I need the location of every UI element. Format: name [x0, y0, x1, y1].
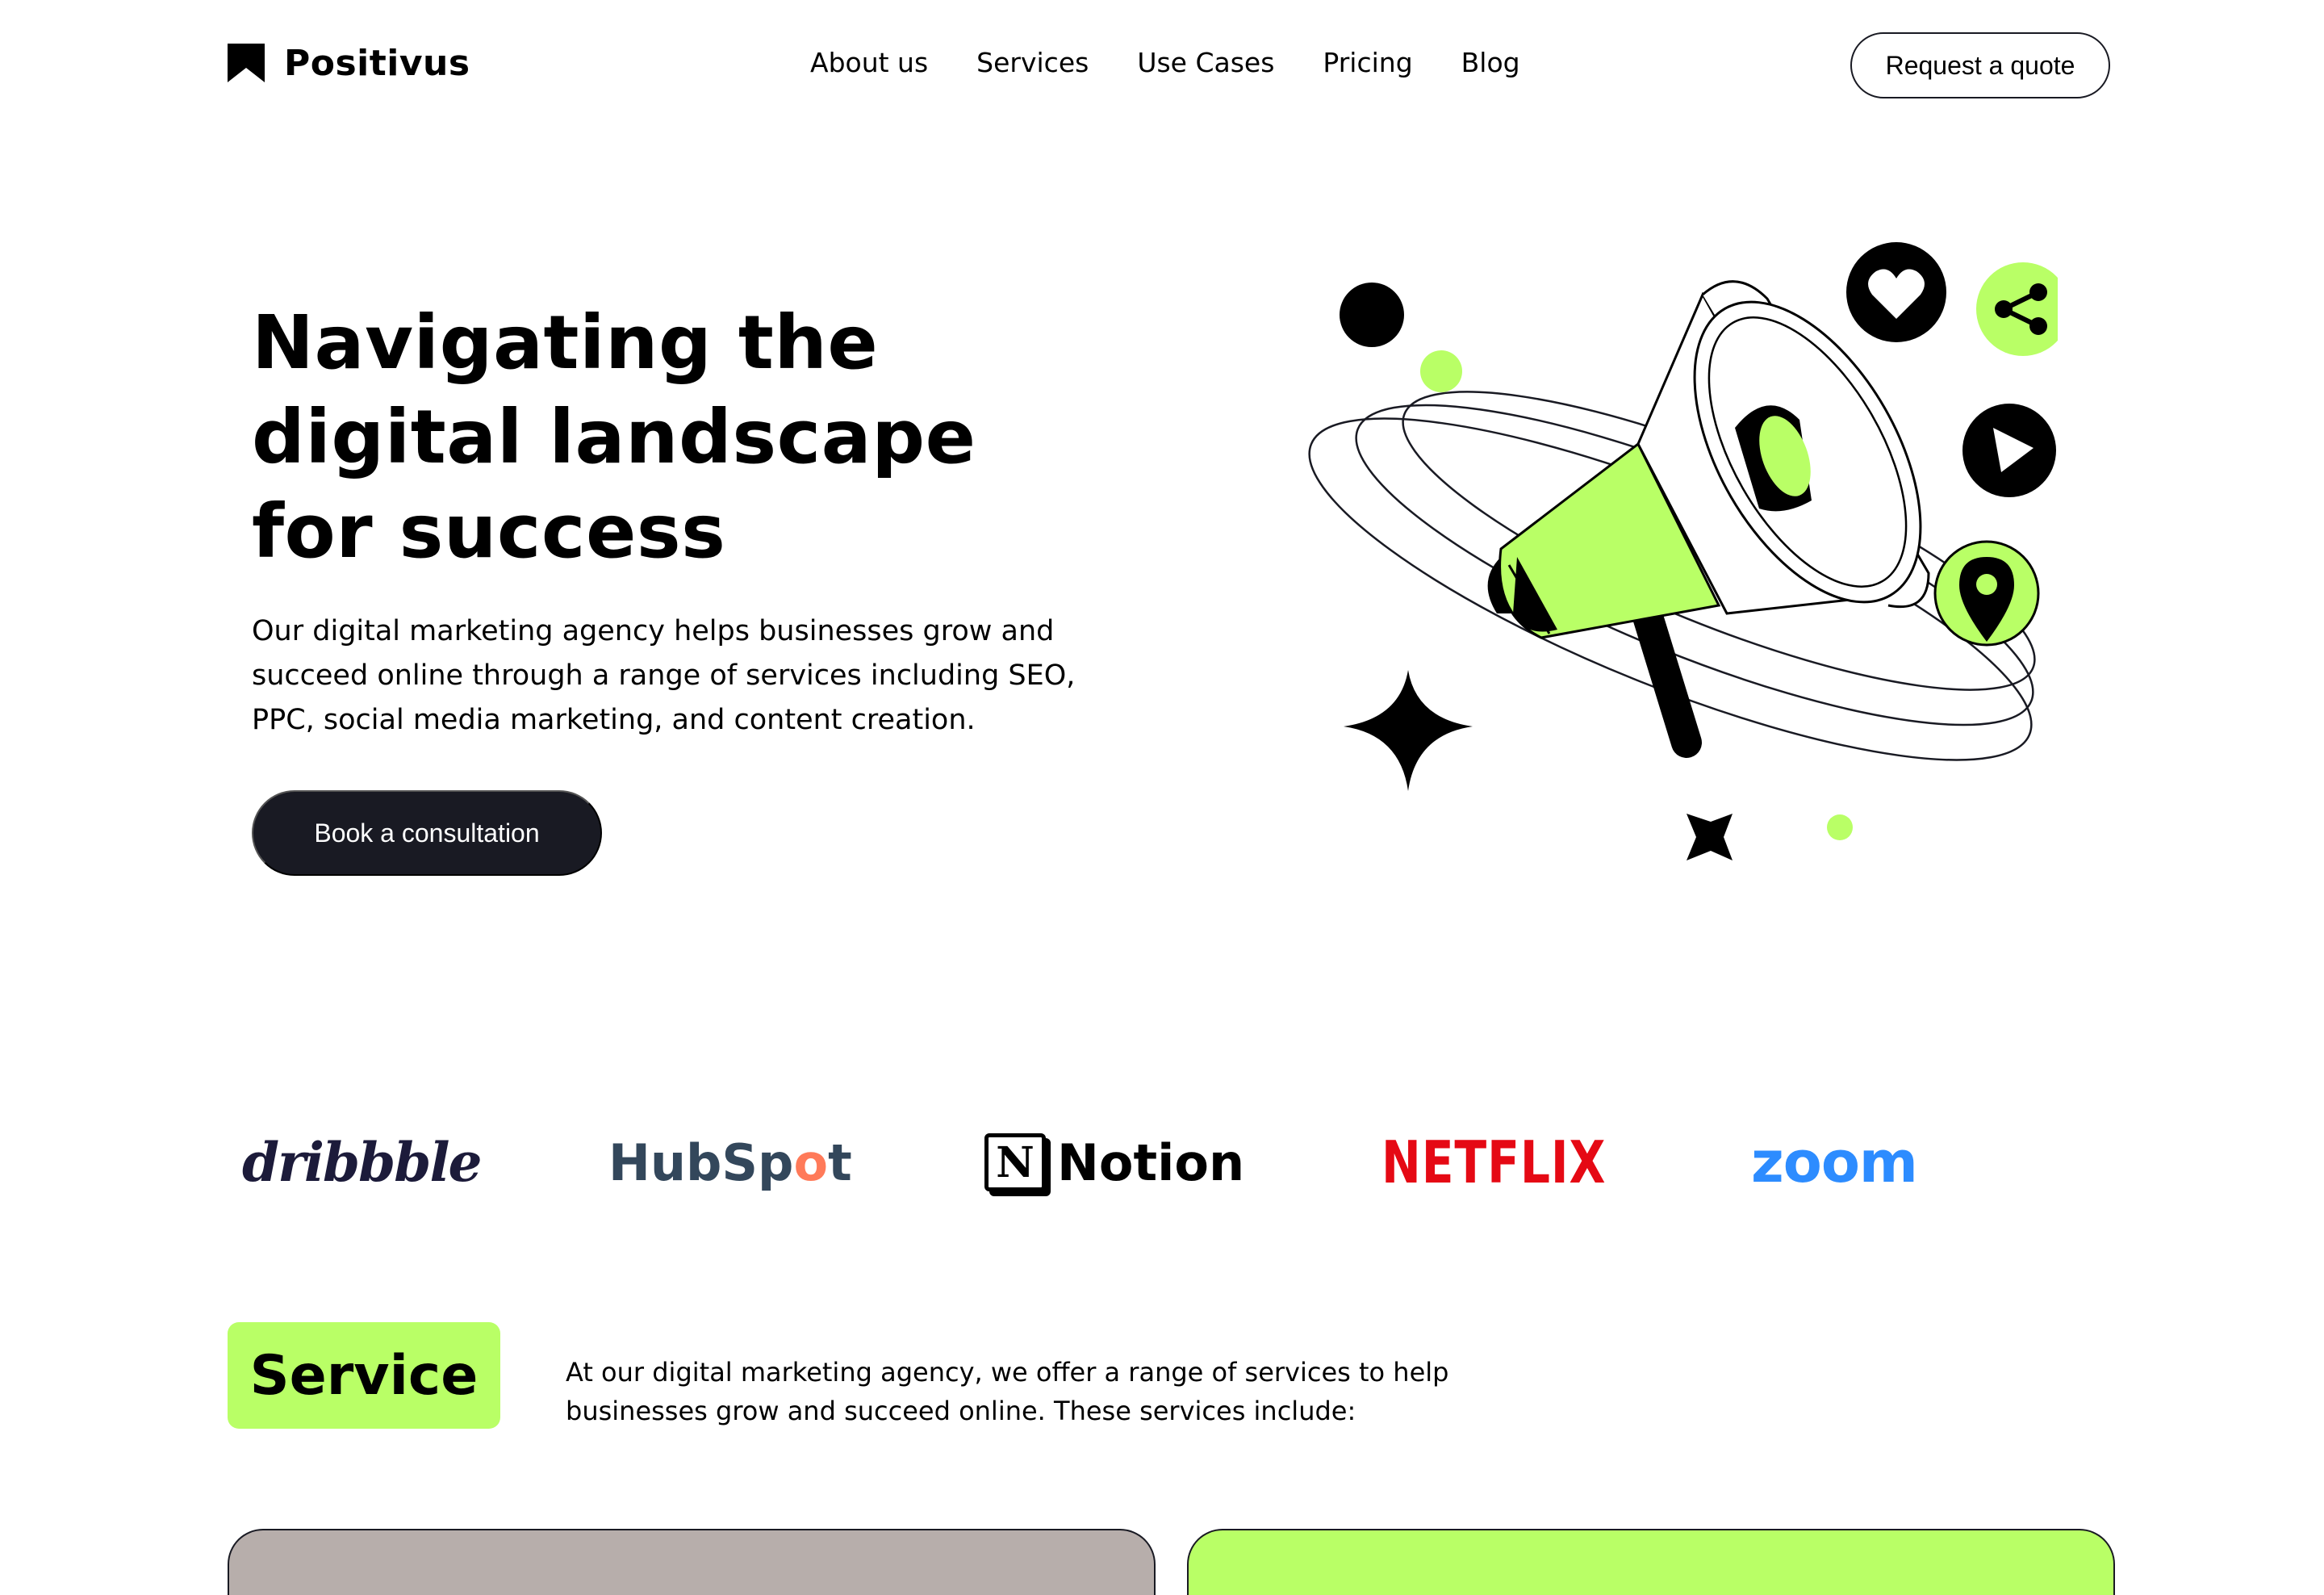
nav-pricing[interactable]: Pricing — [1323, 47, 1412, 78]
service-card-1[interactable] — [228, 1529, 1156, 1595]
hero-title: Navigating the digital landscape for suc… — [252, 299, 976, 575]
dribbble-logo: dribbble — [242, 1131, 483, 1194]
nav-services[interactable]: Services — [976, 47, 1089, 78]
heart-icon — [1846, 242, 1946, 342]
nav-use-cases[interactable]: Use Cases — [1137, 47, 1274, 78]
nav-about-us[interactable]: About us — [810, 47, 928, 78]
green-dot — [1420, 350, 1462, 392]
brand-name: Positivus — [284, 42, 470, 84]
play-icon — [1962, 404, 2056, 497]
location-pin-icon — [1933, 540, 2040, 647]
notion-logo: N Notion — [984, 1122, 1244, 1203]
main-nav: About us Services Use Cases Pricing Blog — [810, 47, 1520, 78]
service-card-2[interactable] — [1187, 1529, 2115, 1595]
client-logos: dribbble HubSp o t N Notion NETFLIX zoom — [226, 1122, 2110, 1203]
sparkle-star-icon — [1687, 814, 1733, 860]
nav-blog[interactable]: Blog — [1461, 47, 1520, 78]
sparkle-star-icon — [1344, 670, 1473, 791]
green-dot-small — [1827, 814, 1853, 840]
brand-logo[interactable]: Positivus — [226, 42, 470, 84]
share-icon — [1976, 262, 2058, 356]
book-consultation-button[interactable]: Book a consultation — [252, 790, 602, 876]
hubspot-logo: HubSp o t — [608, 1132, 852, 1192]
bookmark-logo-icon — [228, 44, 265, 82]
hero-subtitle: Our digital marketing agency helps busin… — [252, 615, 1076, 736]
service-description: At our digital marketing agency, we offe… — [566, 1357, 1449, 1426]
netflix-logo: NETFLIX — [1381, 1128, 1607, 1196]
request-quote-button[interactable]: Request a quote — [1850, 32, 2110, 98]
hero-illustration — [1308, 242, 2058, 860]
landing-page: Positivus About us Services Use Cases Pr… — [0, 0, 2324, 1595]
service-heading: Service — [228, 1322, 500, 1429]
zoom-logo: zoom — [1751, 1129, 1918, 1195]
notion-mark-icon: N — [984, 1133, 1046, 1191]
black-dot — [1340, 283, 1404, 347]
